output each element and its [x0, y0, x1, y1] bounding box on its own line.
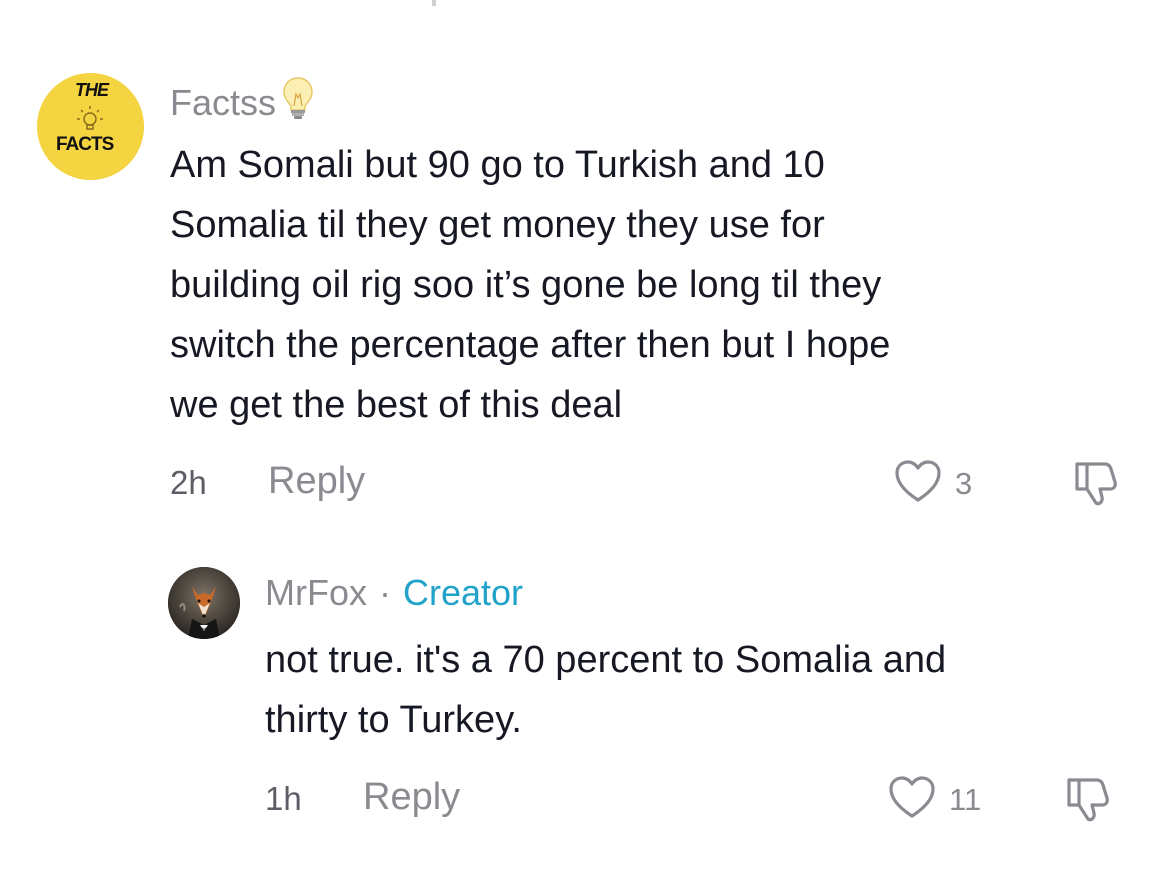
comment-line: thirty to Turkey.	[265, 699, 522, 741]
comment-time: 2h	[170, 464, 207, 501]
comment-line: building oil rig soo it’s gone be long t…	[170, 264, 882, 306]
fox-avatar-image	[168, 567, 240, 639]
like-count: 3	[955, 465, 973, 501]
avatar-mrfox[interactable]	[168, 567, 240, 639]
comment-time: 1h	[265, 780, 302, 817]
comment-line: we get the best of this deal	[170, 384, 623, 426]
username-mrfox[interactable]: MrFox · Creator	[265, 572, 523, 614]
comment-factss: THE FACTS Factss Am Somali but 90 go to …	[0, 0, 1170, 520]
like-count: 11	[949, 781, 982, 817]
comment-line: Somalia til they get money they use for	[170, 204, 825, 246]
lightbulb-icon	[282, 76, 314, 129]
comment-line: switch the percentage after then but I h…	[170, 324, 891, 366]
comment-text: Am Somali but 90 go to Turkish and 10 So…	[170, 135, 1130, 435]
dislike-button[interactable]	[1065, 774, 1117, 829]
like-button[interactable]: 11	[887, 774, 981, 825]
username-factss[interactable]: Factss	[170, 76, 314, 129]
logo-text-the: THE	[75, 80, 109, 100]
username-label: Factss	[170, 81, 277, 123]
dislike-button[interactable]	[1073, 458, 1125, 513]
comment-text: not true. it's a 70 percent to Somalia a…	[265, 630, 1145, 750]
thumbs-down-icon	[1073, 462, 1125, 512]
comment-line: Am Somali but 90 go to Turkish and 10	[170, 144, 825, 186]
creator-badge: Creator	[403, 572, 524, 613]
reply-button[interactable]: Reply	[363, 776, 460, 819]
heart-icon	[887, 774, 937, 825]
like-button[interactable]: 3	[893, 458, 972, 509]
separator-dot: ·	[379, 572, 391, 613]
logo-text-facts: FACTS	[56, 134, 114, 155]
comment-mrfox: MrFox · Creator not true. it's a 70 perc…	[0, 520, 1170, 870]
thumbs-down-icon	[1065, 778, 1117, 828]
heart-icon	[893, 458, 943, 509]
username-label: MrFox	[265, 572, 367, 613]
comment-line: not true. it's a 70 percent to Somalia a…	[265, 639, 947, 681]
reply-button[interactable]: Reply	[268, 460, 365, 503]
avatar-factss[interactable]: THE FACTS	[37, 73, 144, 180]
